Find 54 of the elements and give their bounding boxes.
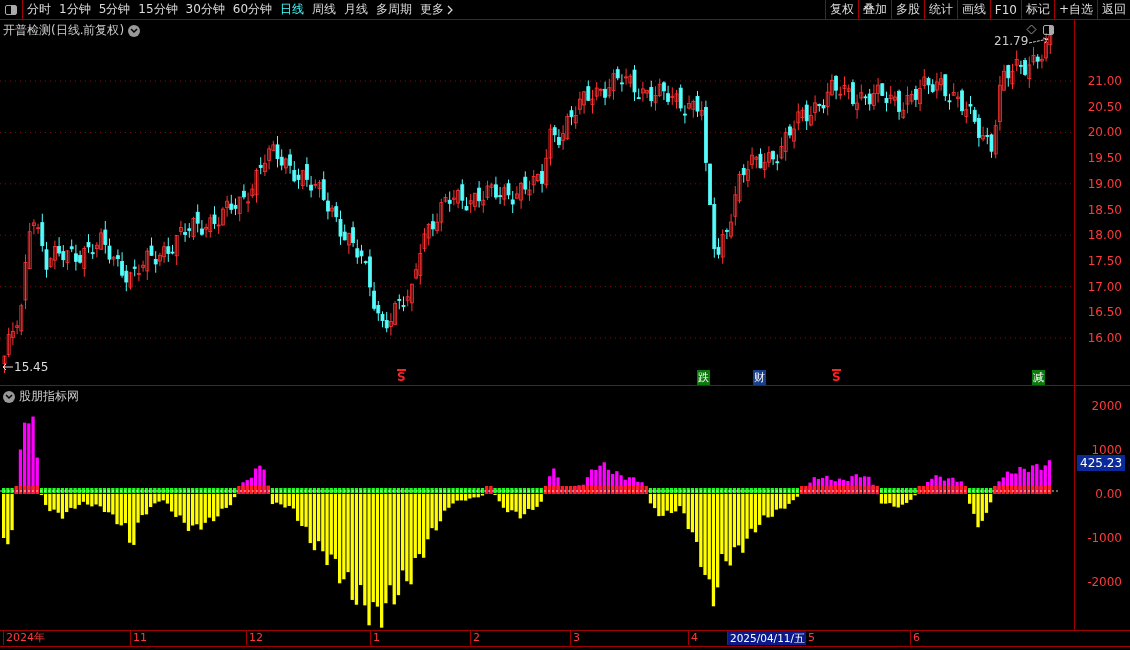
price-tick: 20.50 — [1087, 99, 1122, 114]
period-tab[interactable]: 周线 — [308, 0, 341, 19]
indicator-tick: 2000 — [1091, 399, 1122, 413]
toolbar-button[interactable]: 叠加 — [857, 0, 891, 19]
indicator-title: 股朋指标网 — [19, 388, 79, 405]
event-tag[interactable]: 跌 — [697, 370, 710, 385]
date-label: 12 — [246, 631, 263, 645]
period-tab[interactable]: 分时 — [23, 0, 55, 19]
period-tab[interactable]: 日线 — [276, 0, 309, 19]
date-label: 11 — [130, 631, 147, 645]
period-tab[interactable]: 60分钟 — [228, 0, 277, 19]
date-label: 2024年 — [3, 631, 45, 645]
price-tick: 19.50 — [1087, 151, 1122, 166]
period-tab[interactable]: 月线 — [340, 0, 373, 19]
date-label: 2025/04/11/五 — [727, 631, 807, 645]
period-tab[interactable]: 15分钟 — [134, 0, 182, 19]
date-label: 6 — [910, 631, 920, 645]
indicator-tick: -2000 — [1087, 575, 1122, 589]
price-tick: 16.00 — [1087, 331, 1122, 345]
price-tick: 19.00 — [1087, 176, 1122, 191]
toolbar-button[interactable]: 标记 — [1020, 0, 1054, 19]
indicator-tick: 1000 — [1091, 443, 1122, 457]
low-price-label: 15.45 — [14, 360, 49, 374]
toolbar-button[interactable]: 复权 — [824, 0, 858, 19]
toolbar-button[interactable]: 画线 — [956, 0, 990, 19]
indicator-tick: -1000 — [1087, 531, 1122, 545]
price-tick: 20.00 — [1087, 125, 1122, 140]
more-button[interactable]: 更多 — [416, 0, 458, 19]
price-tick: 18.00 — [1087, 228, 1122, 243]
toolbar-button[interactable]: +自选 — [1053, 0, 1097, 19]
toolbar-button[interactable]: 返回 — [1097, 0, 1130, 19]
price-tick: 17.00 — [1087, 279, 1122, 294]
current-value-label: 425.23 — [1077, 455, 1126, 471]
high-price-label: 21.79 — [994, 34, 1029, 48]
price-tick: 16.50 — [1087, 305, 1122, 320]
period-tab[interactable]: 多周期 — [372, 0, 417, 19]
date-label: 3 — [570, 631, 580, 645]
toolbar-button[interactable]: 多股 — [890, 0, 924, 19]
toolbar-button[interactable]: F10 — [989, 0, 1021, 19]
period-tab[interactable]: 30分钟 — [181, 0, 229, 19]
price-tick: 17.50 — [1087, 253, 1122, 268]
toolbar-button[interactable]: 统计 — [923, 0, 957, 19]
date-label: 4 — [688, 631, 698, 645]
price-tick: 21.00 — [1087, 74, 1122, 88]
price-tick: 18.50 — [1087, 202, 1122, 217]
date-label: 1 — [370, 631, 380, 645]
date-label: 5 — [805, 631, 815, 645]
date-label: 2 — [470, 631, 480, 645]
event-tag[interactable]: 财 — [753, 370, 766, 385]
period-tab[interactable]: 5分钟 — [94, 0, 135, 19]
event-tag[interactable]: 减 — [1032, 370, 1045, 385]
indicator-tick: 0.00 — [1095, 487, 1122, 501]
period-tab[interactable]: 1分钟 — [55, 0, 95, 19]
chart-title: 开普检测(日线.前复权) — [3, 22, 125, 39]
